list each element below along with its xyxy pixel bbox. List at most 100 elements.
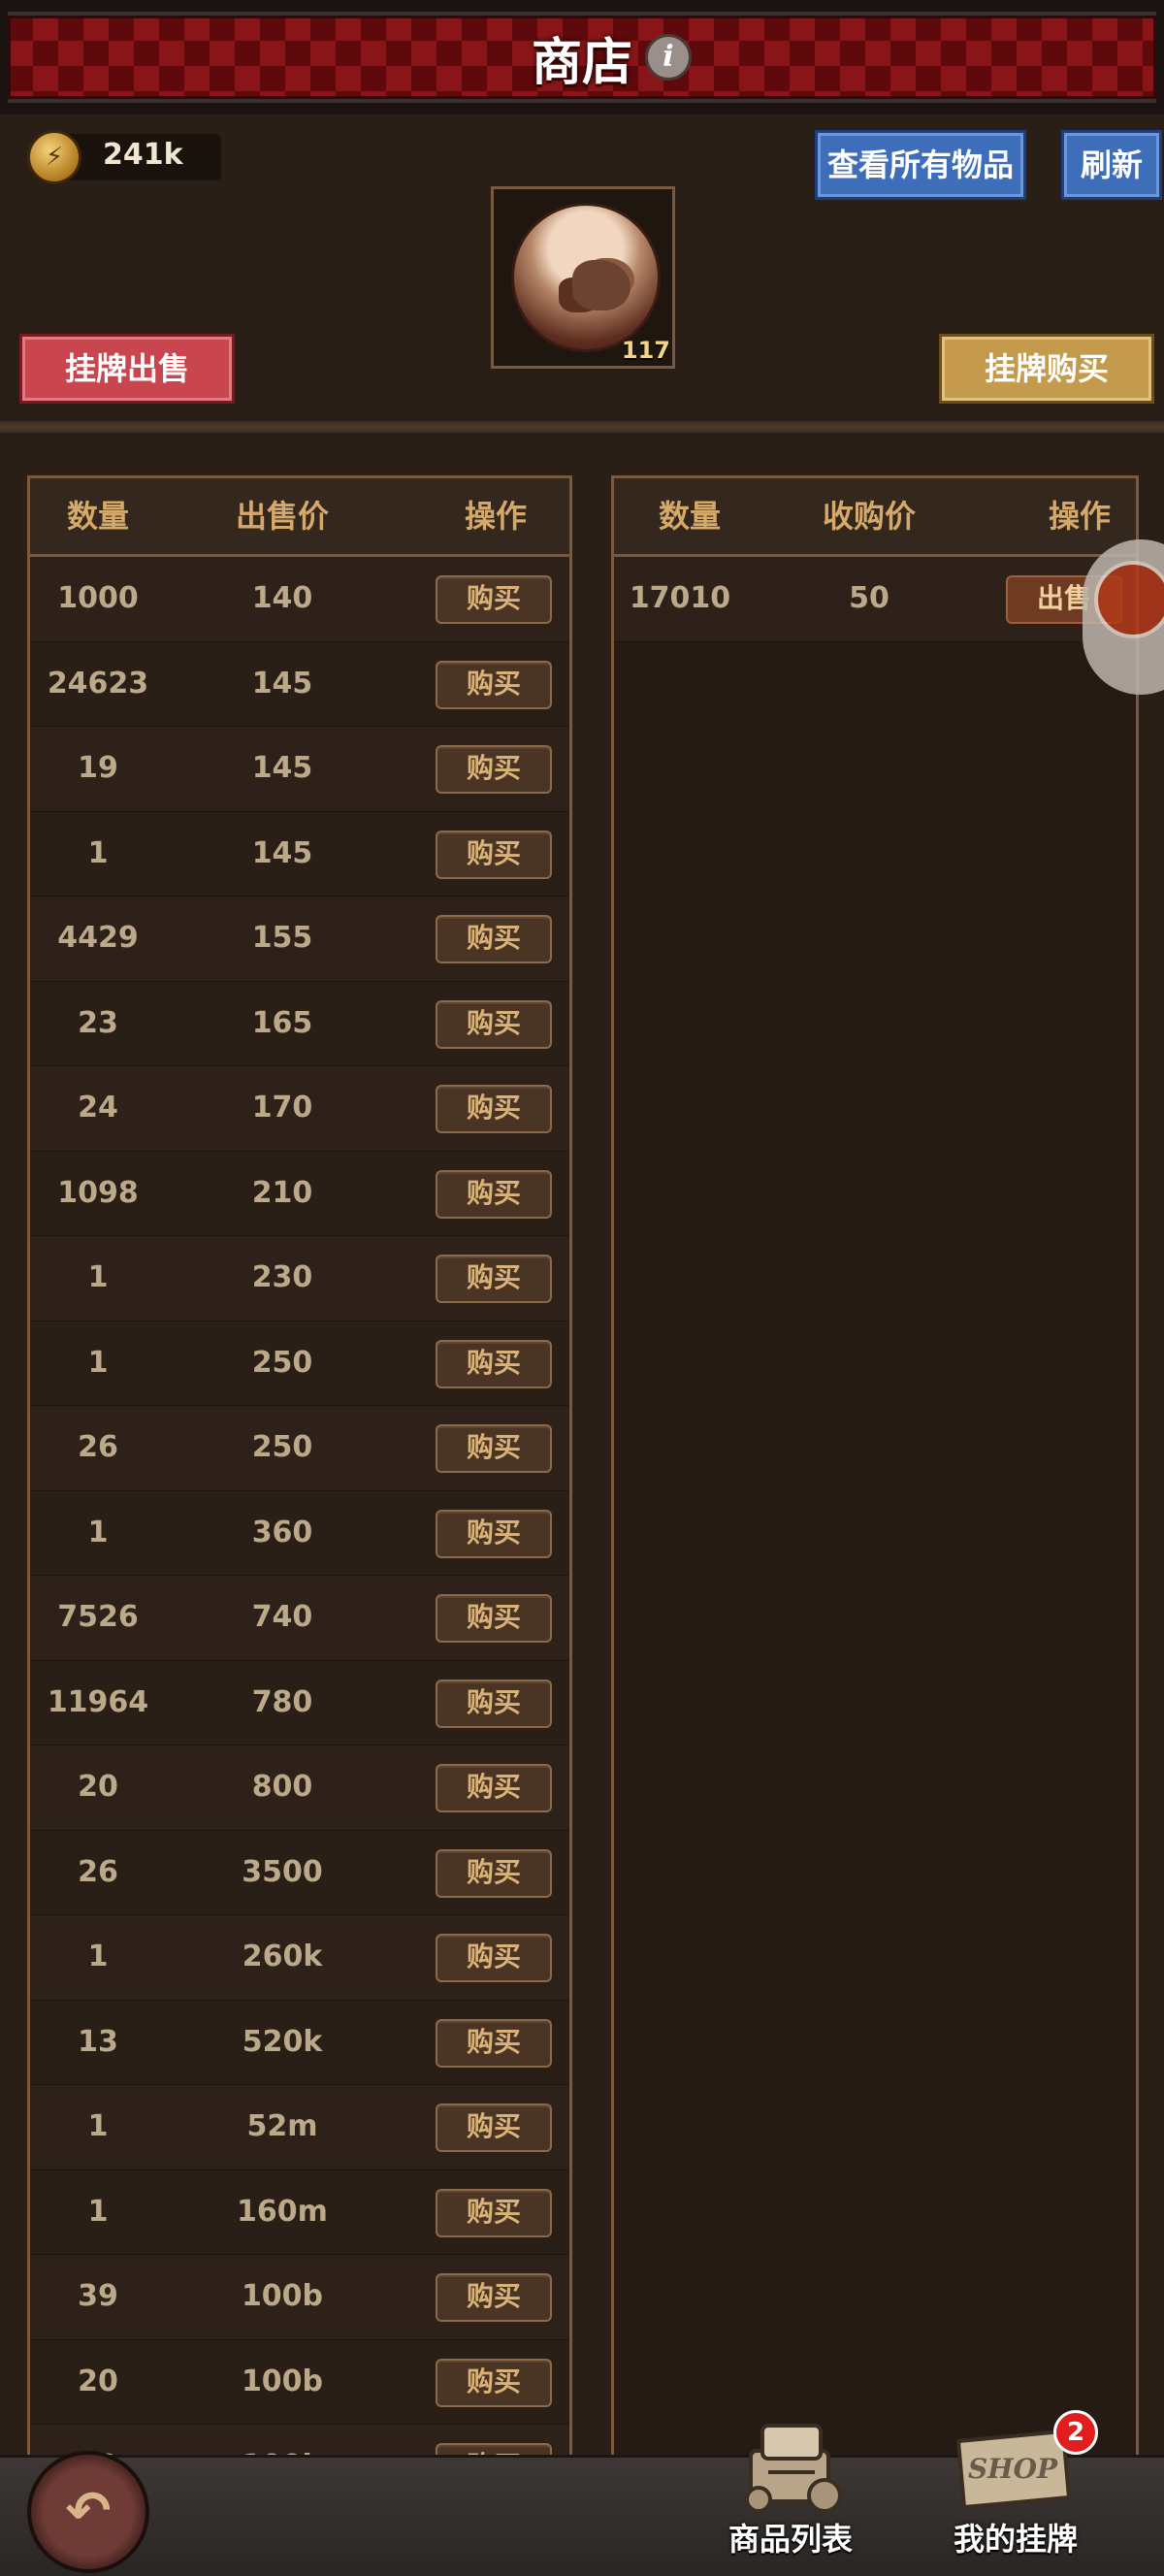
buy-button[interactable]: 购买: [436, 1339, 552, 1388]
row-price: 210: [251, 1175, 313, 1210]
header-action: 操作: [464, 498, 527, 535]
buy-button[interactable]: 购买: [436, 2358, 552, 2407]
row-price: 800: [251, 1770, 313, 1804]
row-price: 165: [251, 1005, 313, 1040]
row-price: 250: [251, 1430, 313, 1464]
table-row: 1 260k 购买: [30, 1915, 569, 2001]
row-quantity: 39: [78, 2279, 118, 2313]
row-quantity: 13: [78, 2024, 118, 2059]
row-quantity: 1000: [57, 581, 139, 615]
buy-button[interactable]: 购买: [436, 830, 552, 879]
notification-badge: 2: [1053, 2410, 1098, 2455]
row-price: 170: [251, 1091, 313, 1125]
row-quantity: 4429: [57, 921, 139, 955]
buy-button[interactable]: 购买: [436, 1848, 552, 1898]
buy-button[interactable]: 购买: [436, 2273, 552, 2322]
row-quantity: 24: [78, 1091, 118, 1125]
table-row: 39 100b 购买: [30, 2255, 569, 2340]
ore-orb-icon: [511, 203, 661, 352]
buy-button[interactable]: 购买: [436, 2018, 552, 2068]
table-row: 24623 145 购买: [30, 641, 569, 727]
row-price: 780: [251, 1684, 313, 1719]
buy-button[interactable]: 购买: [436, 1679, 552, 1728]
view-all-items-button[interactable]: 查看所有物品: [815, 130, 1026, 200]
list-sell-button[interactable]: 挂牌出售: [19, 334, 235, 404]
table-row: 1 230 购买: [30, 1236, 569, 1321]
buy-button[interactable]: 购买: [436, 1764, 552, 1812]
buy-button[interactable]: 购买: [436, 1509, 552, 1558]
row-price: 100b: [241, 2364, 324, 2398]
table-row: 1098 210 购买: [30, 1151, 569, 1236]
header-quantity: 数量: [66, 498, 129, 535]
row-quantity: 19: [78, 751, 118, 785]
buy-button[interactable]: 购买: [436, 1085, 552, 1133]
row-price: 50: [849, 581, 889, 615]
table-row: 19 145 购买: [30, 727, 569, 812]
row-quantity: 1: [87, 1940, 109, 1973]
row-quantity: 23: [78, 1005, 118, 1040]
row-quantity: 1: [87, 2194, 109, 2229]
table-row: 7526 740 购买: [30, 1576, 569, 1661]
row-price: 145: [251, 835, 313, 870]
buy-button[interactable]: 购买: [436, 575, 552, 624]
row-price: 52m: [246, 2109, 318, 2143]
row-price: 155: [251, 921, 313, 955]
table-row: 1 160m 购买: [30, 2169, 569, 2255]
buy-button[interactable]: 购买: [436, 1934, 552, 1982]
buy-button[interactable]: 购买: [436, 915, 552, 963]
divider: [0, 421, 1164, 433]
row-quantity: 20: [78, 2364, 118, 2398]
sell-orders-header: 数量 出售价 操作: [30, 478, 569, 557]
table-row: 1 250 购买: [30, 1321, 569, 1406]
row-quantity: 26: [78, 1854, 118, 1889]
row-price: 250: [251, 1345, 313, 1380]
buy-button[interactable]: 购买: [436, 1594, 552, 1643]
buy-orders-list: 17010 50 出售: [614, 557, 1136, 642]
my-listings-tab[interactable]: 我的挂牌: [933, 2515, 1098, 2560]
selected-item[interactable]: 117: [491, 186, 675, 369]
buy-orders-panel: 数量 收购价 操作 17010 50 出售: [611, 475, 1139, 2573]
currency-amount: 241k: [103, 138, 183, 172]
row-quantity: 1: [87, 1515, 109, 1549]
buy-button[interactable]: 购买: [436, 2188, 552, 2237]
table-row: 17010 50 出售: [614, 557, 1136, 642]
table-row: 24 170 购买: [30, 1066, 569, 1152]
info-icon[interactable]: i: [645, 34, 692, 81]
buy-button[interactable]: 购买: [436, 745, 552, 794]
row-quantity: 26: [78, 1430, 118, 1464]
buy-button[interactable]: 购买: [436, 1169, 552, 1219]
buy-button[interactable]: 购买: [436, 999, 552, 1049]
table-row: 23 165 购买: [30, 981, 569, 1066]
header-sell-price: 出售价: [235, 498, 329, 535]
assistant-icon: [1094, 561, 1164, 638]
back-button[interactable]: ↶: [27, 2451, 149, 2573]
table-row: 4429 155 购买: [30, 897, 569, 982]
back-arrow-icon: ↶: [65, 2480, 112, 2543]
row-price: 3500: [242, 1854, 323, 1889]
row-price: 520k: [242, 2024, 323, 2059]
refresh-button[interactable]: 刷新: [1061, 130, 1162, 200]
buy-button[interactable]: 购买: [436, 1255, 552, 1303]
list-buy-button[interactable]: 挂牌购买: [939, 334, 1154, 404]
buy-button[interactable]: 购买: [436, 2103, 552, 2152]
floating-assistant-button[interactable]: [1083, 539, 1164, 695]
buy-button[interactable]: 购买: [436, 660, 552, 709]
row-price: 145: [251, 666, 313, 701]
table-row: 1000 140 购买: [30, 557, 569, 642]
goods-list-icon[interactable]: [729, 2412, 856, 2519]
sell-orders-panel: 数量 出售价 操作 1000 140 购买 24623 145 购买 19 145 购买 1 145…: [27, 475, 572, 2573]
row-price: 145: [251, 751, 313, 785]
row-price: 100b: [241, 2279, 324, 2313]
row-quantity: 17010: [629, 581, 731, 615]
table-row: 1 52m 购买: [30, 2085, 569, 2170]
row-price: 740: [251, 1600, 313, 1634]
page-title: 商店: [531, 34, 632, 92]
row-price: 360: [251, 1515, 313, 1549]
goods-list-tab[interactable]: 商品列表: [708, 2515, 873, 2560]
row-quantity: 1: [87, 1260, 109, 1294]
coin-icon: [27, 130, 81, 184]
row-quantity: 1: [87, 1345, 109, 1380]
row-quantity: 1: [87, 2109, 109, 2143]
row-quantity: 24623: [47, 666, 149, 701]
buy-button[interactable]: 购买: [436, 1424, 552, 1473]
